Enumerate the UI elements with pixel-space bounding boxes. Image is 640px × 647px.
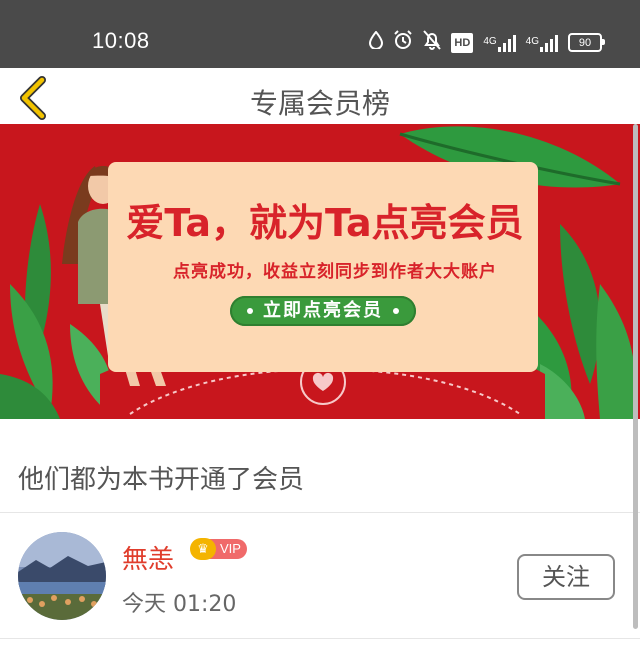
member-name: 無恙 bbox=[122, 545, 175, 575]
avatar[interactable] bbox=[18, 532, 106, 620]
banner-title: 爱Ta，就为Ta点亮会员 bbox=[126, 201, 524, 245]
battery-icon: 90 bbox=[568, 33, 605, 52]
hd-icon: HD bbox=[451, 32, 474, 53]
divider bbox=[0, 638, 640, 639]
promo-banner[interactable]: 爱Ta，就为Ta点亮会员 点亮成功，收益立刻同步到作者大大账户 立即点亮会员 bbox=[0, 124, 640, 419]
status-time: 10:08 bbox=[92, 28, 150, 53]
scrollbar[interactable] bbox=[633, 124, 638, 629]
list-item[interactable]: 無恙 ♛ VIP 今天 01:20 关注 bbox=[0, 514, 640, 639]
activate-membership-button[interactable]: 立即点亮会员 bbox=[230, 296, 416, 326]
status-icons: HD 4G 4G 90 bbox=[369, 30, 605, 55]
section-title: 他们都为本书开通了会员 bbox=[18, 465, 305, 495]
status-bar: 10:08 HD 4G 4G 90 bbox=[0, 0, 640, 68]
crown-icon: ♛ bbox=[190, 538, 216, 560]
app-header: 专属会员榜 bbox=[0, 68, 640, 124]
cta-label: 立即点亮会员 bbox=[263, 300, 383, 321]
network-type: 4G bbox=[483, 35, 497, 47]
members-section-header: 他们都为本书开通了会员 bbox=[0, 419, 640, 513]
page-title: 专属会员榜 bbox=[249, 87, 390, 120]
signal-icon: 4G bbox=[526, 34, 558, 52]
vip-badge: ♛ VIP bbox=[190, 538, 247, 560]
signal-icon: 4G bbox=[483, 34, 516, 52]
dot-icon bbox=[393, 308, 399, 314]
follow-button[interactable]: 关注 bbox=[517, 554, 615, 600]
divider bbox=[0, 512, 640, 513]
dot-icon bbox=[247, 308, 253, 314]
banner-subtitle: 点亮成功，收益立刻同步到作者大大账户 bbox=[173, 262, 497, 282]
mute-bell-icon bbox=[423, 30, 442, 55]
member-time: 今天 01:20 bbox=[122, 592, 237, 617]
drop-icon bbox=[369, 30, 384, 54]
network-type: 4G bbox=[525, 35, 539, 47]
alarm-icon bbox=[393, 30, 413, 55]
